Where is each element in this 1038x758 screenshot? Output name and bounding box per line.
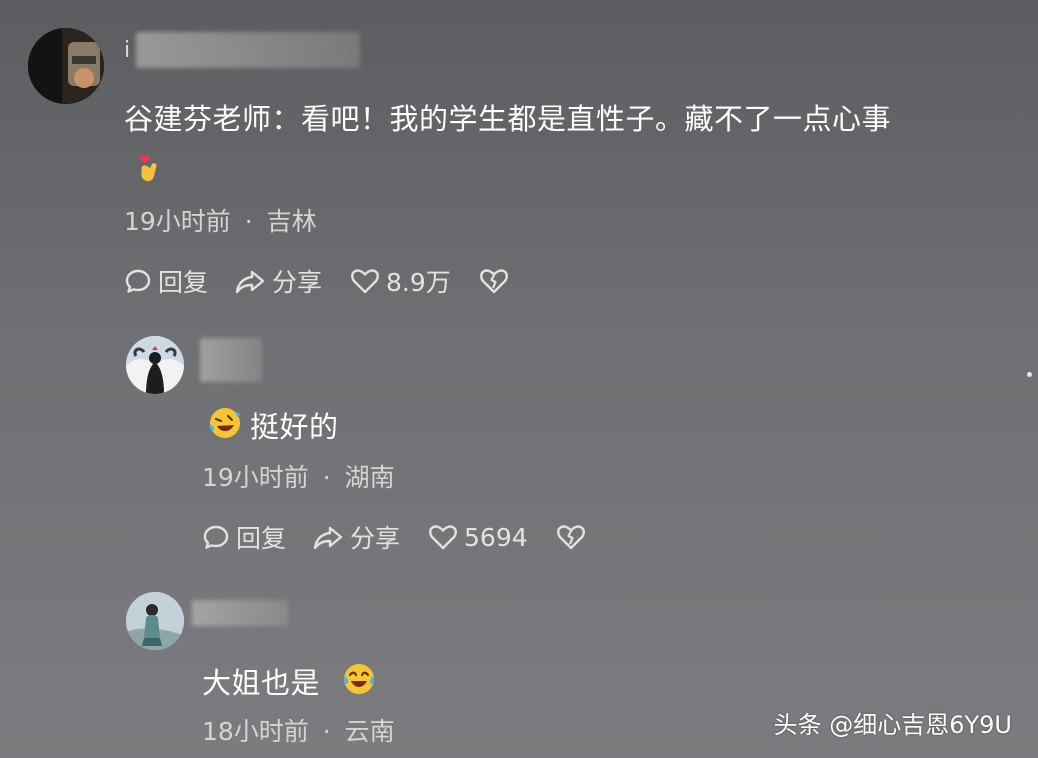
dislike-button[interactable] — [556, 523, 586, 551]
reply-button[interactable]: 回复 — [124, 263, 208, 299]
action-row: 回复 分享 8.9万 — [124, 264, 509, 298]
avatar[interactable] — [126, 336, 184, 394]
comment-meta: 19小时前 · 湖南 — [202, 458, 395, 494]
meta-separator: · — [244, 207, 253, 236]
finger-heart-icon — [136, 152, 162, 188]
share-label: 分享 — [272, 268, 323, 297]
share-label: 分享 — [350, 524, 401, 553]
username-blurred — [200, 338, 262, 382]
username-blurred — [136, 32, 360, 68]
comment-location: 湖南 — [344, 463, 395, 492]
comment-text: 谷建芬老师：看吧！我的学生都是直性子。藏不了一点心事 — [124, 102, 892, 136]
dislike-button[interactable] — [479, 267, 509, 295]
comment-time: 19小时前 — [202, 463, 309, 492]
comment-meta: 18小时前 · 云南 — [202, 712, 395, 748]
tears-of-joy-emoji-icon — [342, 662, 376, 700]
like-count: 8.9万 — [386, 268, 451, 297]
broken-heart-icon — [556, 525, 585, 550]
laughing-crying-emoji-icon — [208, 406, 242, 444]
comment-location: 云南 — [344, 717, 395, 746]
like-button[interactable]: 8.9万 — [350, 263, 451, 299]
watermark: 头条 @细心吉恩6Y9U — [773, 711, 1012, 739]
username-initial: i — [124, 38, 131, 63]
reply-label: 回复 — [158, 268, 209, 297]
comment-time: 18小时前 — [202, 717, 309, 746]
comment-text: 挺好的 — [250, 410, 339, 444]
reply-button[interactable]: 回复 — [202, 519, 286, 555]
avatar-image — [126, 592, 184, 650]
comment-bubble-icon — [203, 525, 229, 549]
comment-bubble-icon — [125, 269, 151, 293]
reply-label: 回复 — [236, 524, 287, 553]
share-button[interactable]: 分享 — [312, 519, 400, 555]
avatar[interactable] — [126, 592, 184, 650]
comment-meta: 19小时前 · 吉林 — [124, 202, 317, 238]
like-button[interactable]: 5694 — [428, 523, 528, 552]
share-arrow-icon — [313, 526, 343, 550]
heart-icon — [429, 525, 457, 550]
comment-location: 吉林 — [266, 207, 317, 236]
heart-icon — [351, 269, 379, 294]
action-row: 回复 分享 5694 — [202, 520, 586, 554]
meta-separator: · — [322, 463, 331, 492]
avatar-image — [126, 336, 184, 394]
avatar[interactable] — [28, 28, 104, 104]
comment-text: 大姐也是 — [202, 666, 321, 700]
avatar-image — [28, 28, 104, 104]
like-count: 5694 — [464, 522, 528, 552]
share-arrow-icon — [235, 270, 265, 294]
username-blurred — [192, 600, 288, 626]
scroll-indicator-dot — [1027, 372, 1032, 377]
comment-time: 19小时前 — [124, 207, 231, 236]
broken-heart-icon — [479, 269, 508, 294]
share-button[interactable]: 分享 — [234, 263, 322, 299]
meta-separator: · — [322, 717, 331, 746]
